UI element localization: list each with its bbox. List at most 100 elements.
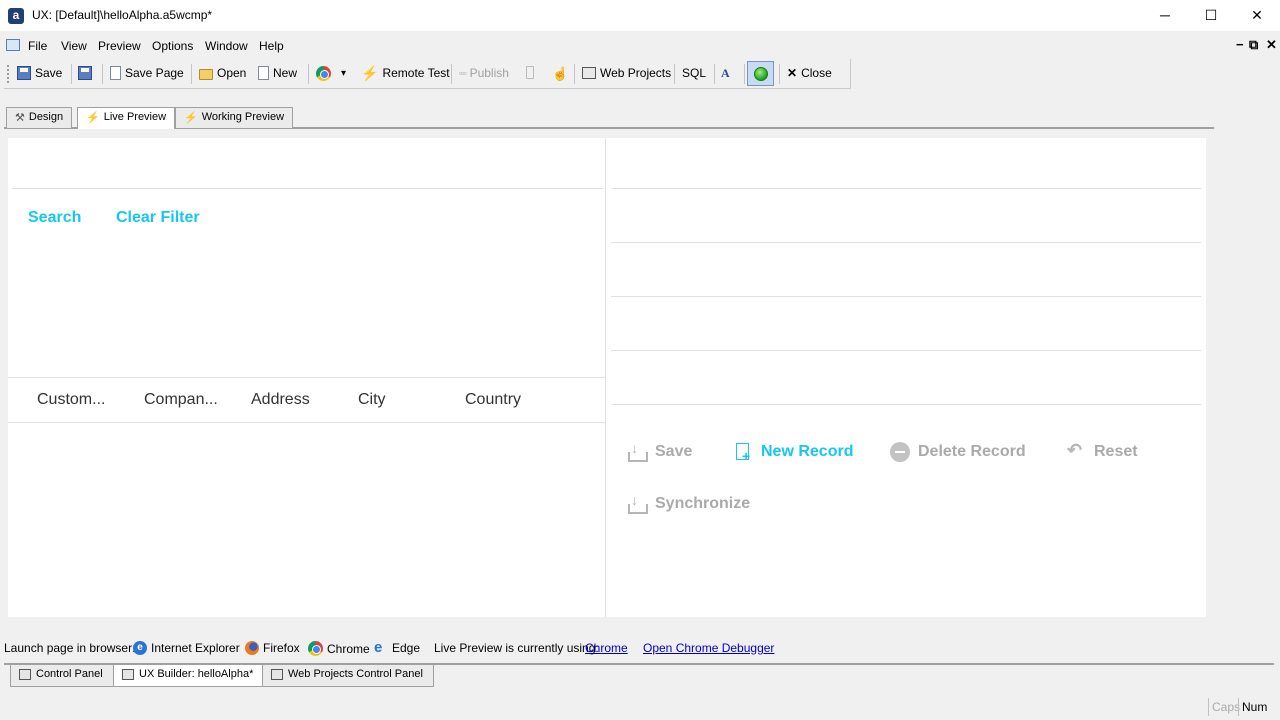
save-label: Save — [35, 66, 63, 80]
reset-button[interactable]: Reset — [1066, 440, 1138, 462]
document-menu-icon[interactable] — [6, 39, 20, 51]
launch-edge[interactable]: e Edge — [374, 639, 420, 656]
num-lock-indicator: Num — [1238, 698, 1270, 716]
edge-icon: e — [374, 639, 383, 656]
tab-label: Design — [28, 111, 64, 123]
open-chrome-debugger-link[interactable]: Open Chrome Debugger — [643, 641, 774, 655]
menu-view[interactable]: View — [61, 39, 87, 53]
tab-label: Working Preview — [201, 111, 285, 123]
column-header-address[interactable]: Address — [251, 391, 310, 409]
new-record-button[interactable]: New Record — [733, 442, 854, 464]
launch-internet-explorer[interactable]: e Internet Explorer — [133, 641, 240, 655]
mdi-restore-button[interactable]: ⧉ — [1249, 37, 1258, 53]
mdi-minimize-button[interactable]: − — [1236, 37, 1244, 52]
open-button[interactable]: Open — [199, 66, 246, 80]
doc-tab-label: Control Panel — [36, 668, 103, 680]
mdi-close-button[interactable]: ✕ — [1266, 37, 1277, 53]
touch-preview-button[interactable]: ☝ — [552, 66, 568, 82]
sql-button[interactable]: SQL — [682, 66, 706, 80]
firefox-icon — [245, 641, 259, 655]
detail-save-button[interactable]: Save — [627, 440, 693, 462]
toolbar-separator — [308, 64, 309, 84]
column-header-customer[interactable]: Custom... — [37, 391, 105, 409]
doc-tab-control-panel[interactable]: Control Panel — [10, 665, 114, 687]
new-document-icon — [258, 66, 269, 80]
delete-record-button[interactable]: Delete Record — [890, 442, 1026, 462]
synchronize-button[interactable]: Synchronize — [627, 492, 750, 514]
remote-test-button[interactable]: ⚡ Remote Test — [361, 66, 450, 80]
delete-record-label: Delete Record — [918, 443, 1026, 460]
clear-filter-button[interactable]: Clear Filter — [116, 209, 200, 227]
lightning-icon: ⚡ — [184, 112, 198, 124]
minimize-button[interactable]: ─ — [1142, 0, 1188, 31]
field-row-line — [611, 296, 1201, 297]
document-tabs: Control Panel UX Builder: helloAlpha* We… — [4, 663, 1274, 688]
save-page-icon — [110, 66, 121, 80]
column-header-company[interactable]: Compan... — [144, 391, 218, 409]
menu-help[interactable]: Help — [259, 39, 284, 53]
maximize-button[interactable]: ☐ — [1188, 0, 1234, 31]
folder-icon — [199, 68, 213, 80]
field-row-line — [611, 350, 1201, 351]
launch-firefox[interactable]: Firefox — [245, 641, 300, 655]
toolbar-separator — [779, 64, 780, 84]
view-tabs: ⚒ Design ⚡ Live Preview ⚡ Working Previe… — [4, 107, 1214, 129]
chevron-down-icon[interactable]: ▾ — [341, 68, 346, 79]
browser-preview-button[interactable]: ▾ — [316, 66, 346, 81]
floppy-disk-icon — [17, 66, 31, 80]
save-page-button[interactable]: Save Page — [110, 66, 184, 80]
toolbar-grip[interactable] — [7, 65, 9, 83]
menu-bar: File View Preview Options Window Help − … — [0, 35, 1280, 57]
save-page-label: Save Page — [125, 66, 184, 80]
tab-design[interactable]: ⚒ Design — [6, 107, 73, 128]
doc-tab-ux-builder[interactable]: UX Builder: helloAlpha* — [113, 665, 265, 687]
publish-button[interactable]: ▫▫▫ Publish — [459, 66, 509, 80]
lightning-icon: ⚡ — [86, 112, 100, 124]
tab-working-preview[interactable]: ⚡ Working Preview — [175, 107, 294, 128]
font-icon: A — [721, 66, 730, 80]
toolbar-separator — [674, 64, 675, 84]
search-button[interactable]: Search — [28, 209, 81, 227]
tab-live-preview[interactable]: ⚡ Live Preview — [77, 107, 176, 129]
text-properties-button[interactable]: A — [721, 66, 730, 81]
publish-label: Publish — [469, 66, 509, 80]
green-status-icon — [753, 66, 768, 81]
close-button[interactable]: ✕ Close — [787, 66, 832, 80]
server-status-button[interactable] — [747, 61, 774, 86]
column-header-city[interactable]: City — [358, 391, 386, 409]
save-as-button[interactable] — [78, 66, 92, 80]
window-title: UX: [Default]\helloAlpha.a5wcmp* — [32, 8, 213, 22]
launch-label: Launch page in browser: — [4, 641, 136, 655]
save-as-icon — [78, 66, 92, 80]
chrome-label: Chrome — [327, 641, 370, 656]
save-button[interactable]: Save — [17, 66, 62, 80]
new-button[interactable]: New — [258, 66, 297, 80]
web-projects-button[interactable]: Web Projects — [582, 66, 671, 80]
reset-label: Reset — [1094, 443, 1138, 460]
menu-options[interactable]: Options — [152, 39, 193, 53]
publish-icon: ▫▫▫ — [459, 68, 467, 78]
minus-circle-icon — [890, 442, 910, 462]
launch-chrome[interactable]: Chrome — [308, 641, 370, 656]
current-browser-link[interactable]: Chrome — [585, 641, 628, 655]
tab-label: Live Preview — [103, 111, 167, 123]
column-header-country[interactable]: Country — [465, 391, 521, 409]
doc-tab-web-projects[interactable]: Web Projects Control Panel — [262, 665, 434, 687]
new-record-label: New Record — [761, 443, 854, 460]
new-record-icon — [733, 442, 753, 464]
menu-file[interactable]: File — [28, 39, 47, 53]
new-label: New — [273, 66, 298, 80]
detail-save-label: Save — [655, 443, 693, 460]
toolbar-separator — [71, 64, 72, 84]
chrome-icon — [316, 66, 331, 81]
close-icon: ✕ — [787, 66, 798, 80]
web-projects-icon — [582, 67, 596, 79]
menu-window[interactable]: Window — [205, 39, 248, 53]
menu-preview[interactable]: Preview — [98, 39, 141, 53]
sql-label: SQL — [682, 66, 707, 80]
close-label: Close — [801, 66, 832, 80]
close-window-button[interactable]: ✕ — [1234, 0, 1280, 31]
mobile-preview-button[interactable] — [526, 66, 534, 79]
list-pane: Search Clear Filter Custom... Compan... … — [8, 138, 606, 617]
live-preview-status: Live Preview is currently using: — [434, 641, 599, 655]
